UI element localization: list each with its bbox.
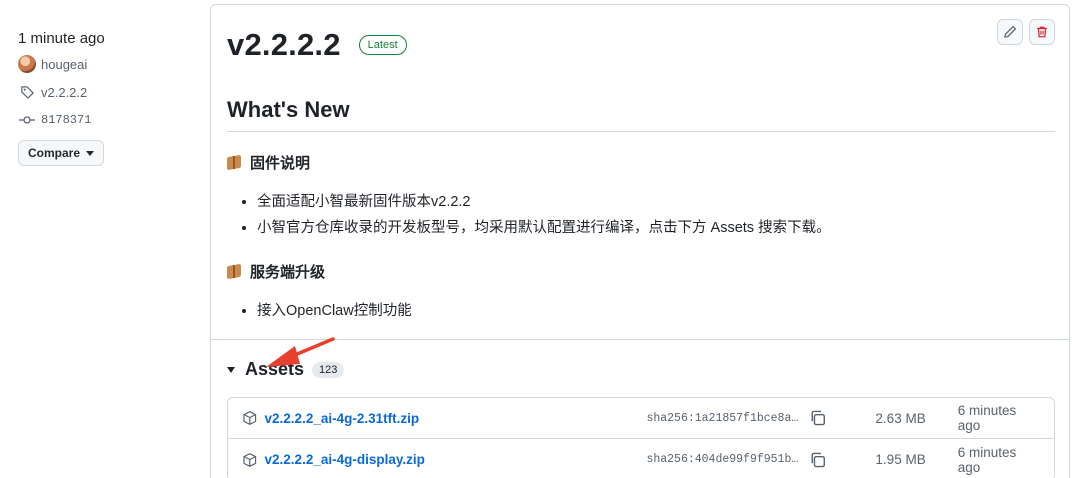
release-header: v2.2.2.2 Latest	[227, 27, 407, 63]
author-avatar[interactable]	[18, 55, 36, 73]
package-icon	[227, 265, 241, 278]
copy-icon[interactable]	[809, 451, 826, 469]
release-time: 1 minute ago	[18, 30, 105, 47]
list-item: 全面适配小智最新固件版本v2.2.2	[257, 189, 1055, 215]
compare-label: Compare	[28, 146, 81, 160]
asset-sha: sha256:404de99f9f951b5e1…	[646, 453, 805, 466]
pencil-icon	[1004, 25, 1017, 38]
package-icon	[227, 156, 241, 169]
section-title: 固件说明	[250, 155, 311, 172]
asset-row: v2.2.2.2_ai-4g-2.31tft.zip sha256:1a2185…	[228, 398, 1054, 439]
firmware-list: 全面适配小智最新固件版本v2.2.2 小智官方仓库收录的开发板型号，均采用默认配…	[227, 189, 1055, 241]
tag-icon	[18, 83, 36, 101]
assets-list: v2.2.2.2_ai-4g-2.31tft.zip sha256:1a2185…	[227, 397, 1055, 478]
asset-size: 1.95 MB	[875, 452, 926, 467]
commit-row[interactable]: 8178371	[18, 106, 198, 134]
compare-button[interactable]: Compare	[18, 140, 105, 166]
tag-row[interactable]: v2.2.2.2	[18, 78, 198, 106]
release-notes: What's New 固件说明 全面适配小智最新固件版本v2.2.2 小智官方仓…	[227, 97, 1055, 324]
section-heading-firmware: 固件说明	[227, 152, 1055, 173]
commit-sha[interactable]: 8178371	[41, 113, 91, 127]
author-row[interactable]: hougeai	[18, 50, 198, 78]
assets-title[interactable]: Assets	[245, 359, 304, 380]
triangle-down-icon[interactable]	[227, 366, 235, 373]
release-actions	[997, 19, 1055, 45]
section-title: 服务端升级	[250, 264, 326, 281]
release-card: v2.2.2.2 Latest What's New 固件说明 全面适配小智最新…	[210, 4, 1070, 478]
asset-row: v2.2.2.2_ai-4g-display.zip sha256:404de9…	[228, 439, 1054, 478]
edit-button[interactable]	[997, 19, 1023, 45]
assets-toggle[interactable]: Assets 123	[227, 359, 345, 380]
release-title[interactable]: v2.2.2.2	[227, 27, 341, 63]
assets-count-badge: 123	[312, 361, 345, 378]
section-heading-server: 服务端升级	[227, 261, 1055, 282]
asset-sha: sha256:1a21857f1bce8a7d7…	[646, 411, 805, 425]
trash-icon	[1037, 26, 1047, 38]
asset-link[interactable]: v2.2.2.2_ai-4g-display.zip	[265, 452, 629, 467]
asset-size: 2.63 MB	[875, 410, 926, 426]
release-meta: 1 minute ago hougeai v2.2.2.2 8178371 Co…	[18, 28, 198, 166]
chevron-down-icon	[86, 150, 95, 156]
asset-time: 6 minutes ago	[957, 444, 1017, 475]
package-icon	[243, 411, 257, 425]
asset-link[interactable]: v2.2.2.2_ai-4g-2.31tft.zip	[265, 411, 629, 426]
tag-name[interactable]: v2.2.2.2	[41, 85, 87, 100]
server-list: 接入OpenClaw控制功能	[227, 298, 1055, 324]
delete-button[interactable]	[1029, 19, 1055, 45]
package-icon	[243, 452, 257, 467]
list-item: 接入OpenClaw控制功能	[257, 298, 1055, 324]
list-item: 小智官方仓库收录的开发板型号，均采用默认配置进行编译，点击下方 Assets 搜…	[257, 215, 1055, 241]
asset-time: 6 minutes ago	[957, 403, 1017, 433]
assets-divider	[211, 339, 1069, 340]
whats-new-heading: What's New	[227, 97, 1055, 132]
commit-icon	[18, 111, 36, 129]
copy-icon[interactable]	[809, 409, 826, 427]
author-name[interactable]: hougeai	[41, 57, 87, 72]
latest-badge: Latest	[358, 35, 407, 55]
